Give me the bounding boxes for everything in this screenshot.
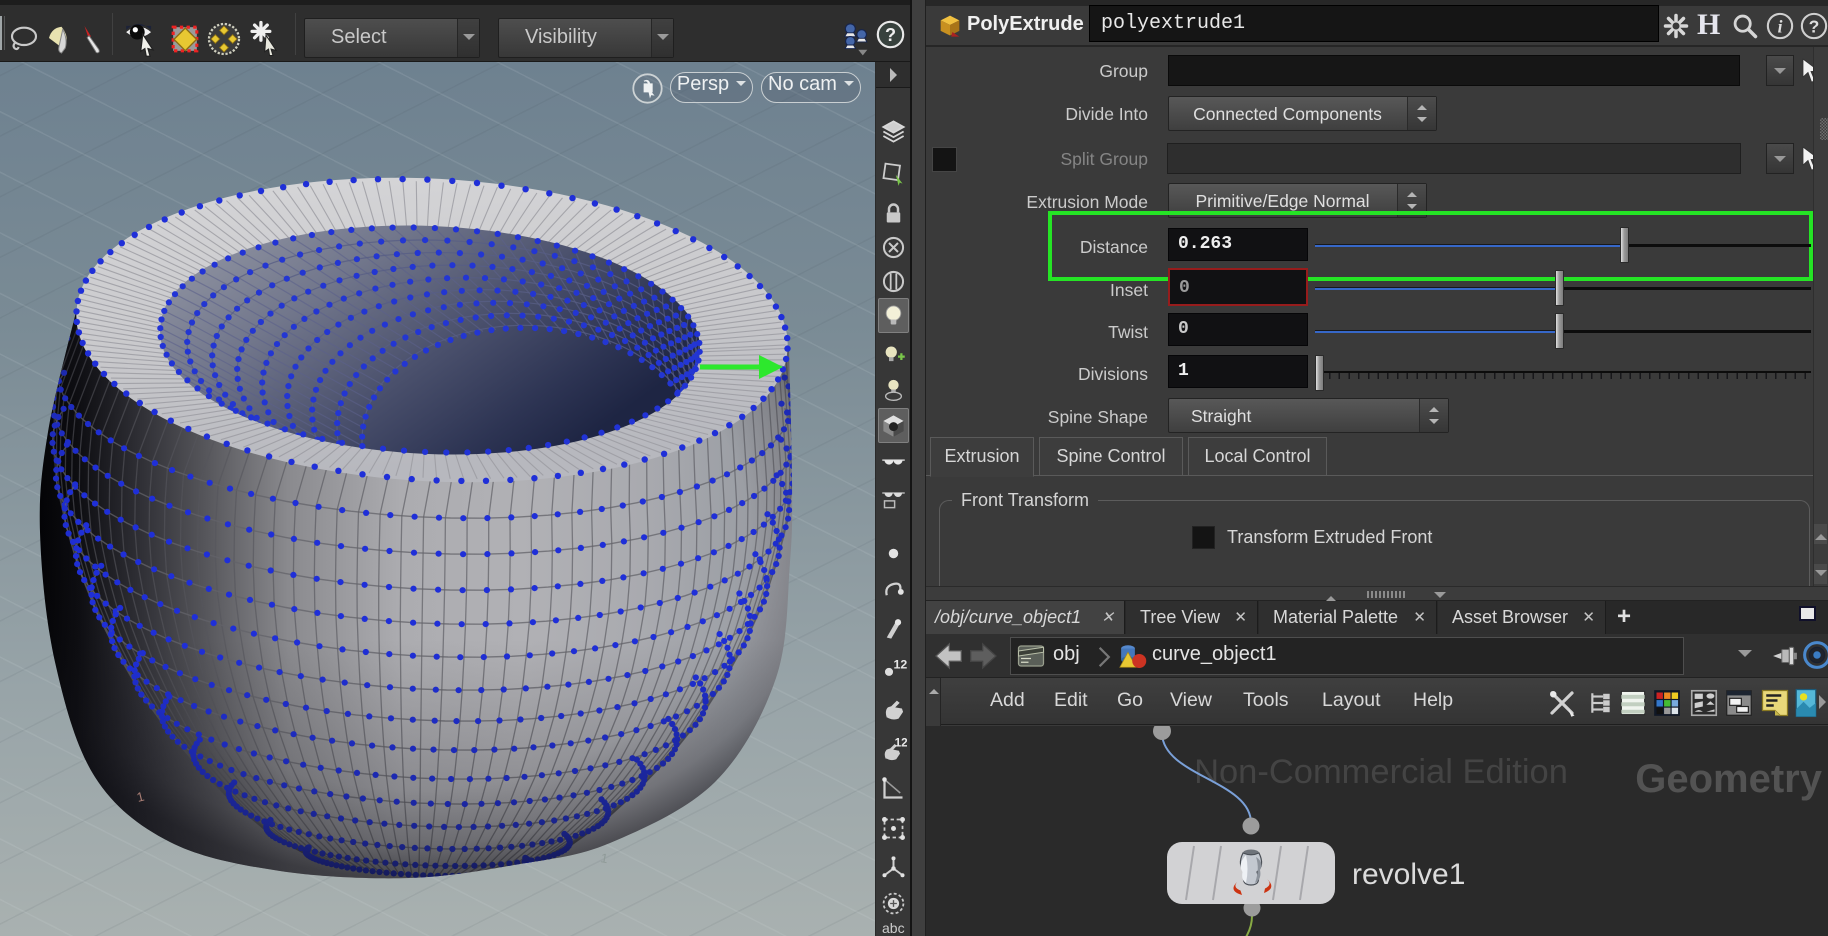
svg-text:Non-Commercial Edition: Non-Commercial Edition <box>1194 753 1568 791</box>
svg-text:12: 12 <box>895 735 907 749</box>
svg-text:Geometry: Geometry <box>1635 757 1822 801</box>
svg-text:?: ? <box>885 25 896 45</box>
svg-text:?: ? <box>1809 17 1820 37</box>
svg-text:revolve1: revolve1 <box>1352 858 1465 891</box>
svg-text:1: 1 <box>599 850 609 866</box>
svg-text:12: 12 <box>894 658 908 672</box>
svg-text:i: i <box>1778 17 1783 37</box>
